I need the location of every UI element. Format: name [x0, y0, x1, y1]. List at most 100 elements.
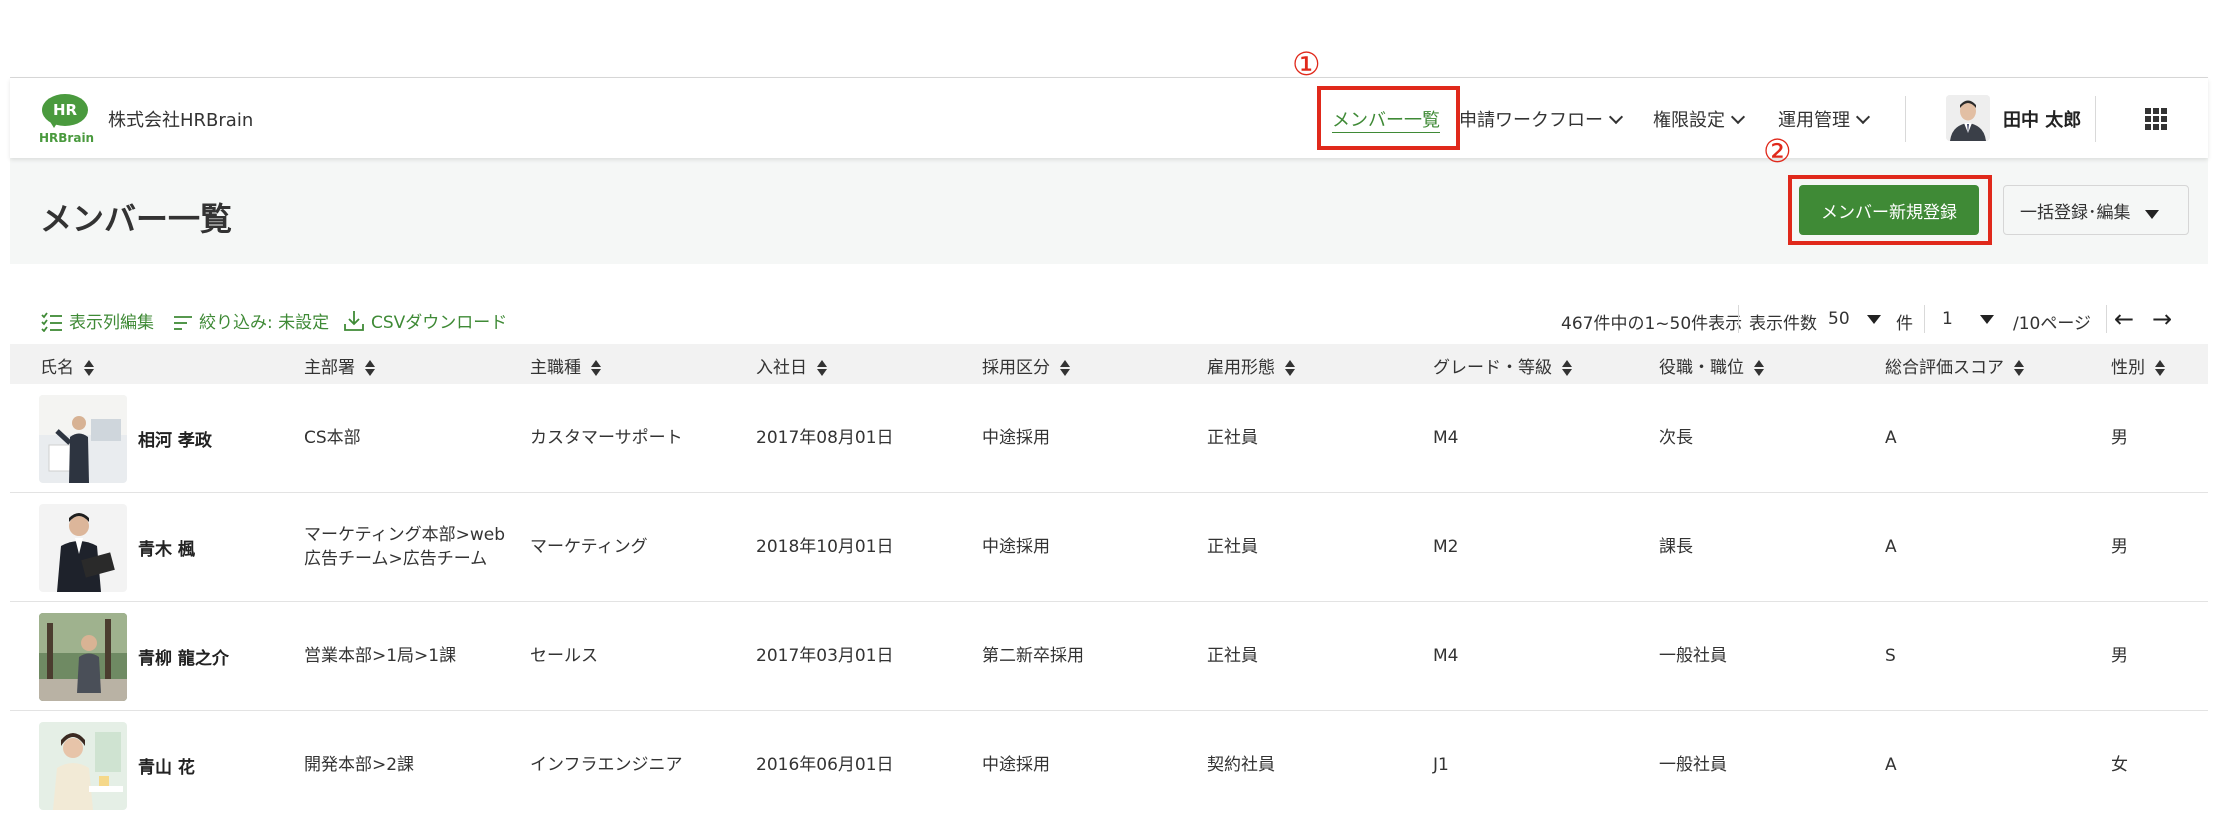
sort-icon[interactable]	[1562, 360, 1572, 376]
cell-grade: M2	[1433, 537, 1459, 557]
cell-hire-type: 中途採用	[982, 537, 1050, 557]
per-page-value: 50	[1828, 309, 1850, 329]
cell-grade: J1	[1433, 755, 1449, 775]
sort-icon[interactable]	[1060, 360, 1070, 376]
member-photo	[39, 504, 127, 592]
column-edit-button[interactable]: 表示列編集	[41, 308, 154, 333]
caret-down-icon	[2144, 209, 2159, 219]
csv-download-label: CSVダウンロード	[371, 313, 508, 333]
grid-apps-icon[interactable]	[2145, 108, 2167, 130]
cell-joined: 2018年10月01日	[756, 537, 894, 557]
column-header-label: 入社日	[756, 358, 807, 378]
nav-operations[interactable]: 運用管理	[1778, 106, 1871, 132]
member-name[interactable]: 青山 花	[138, 753, 195, 778]
sort-icon[interactable]	[2155, 360, 2165, 376]
column-header-name[interactable]: 氏名	[40, 353, 94, 378]
user-avatar[interactable]	[1946, 95, 1990, 141]
cell-dept-line: 営業本部>1局>1課	[304, 646, 457, 666]
nav-permissions[interactable]: 権限設定	[1653, 106, 1746, 132]
member-name[interactable]: 相河 孝政	[138, 426, 212, 451]
cell-employment: 正社員	[1207, 428, 1258, 448]
company-name: 株式会社HRBrain	[108, 110, 254, 131]
column-header-gender[interactable]: 性別	[2111, 353, 2165, 378]
logo-tail	[49, 120, 59, 128]
cell-joined: 2017年08月01日	[756, 428, 894, 448]
column-header-dept[interactable]: 主部署	[304, 353, 375, 378]
table-row[interactable]: 青柳 龍之介 営業本部>1局>1課 セールス 2017年03月01日 第二新卒採…	[10, 602, 2208, 711]
caret-down-icon	[1867, 315, 1882, 324]
sort-icon[interactable]	[591, 360, 601, 376]
user-divider	[2095, 96, 2096, 142]
column-header-label: 役職・職位	[1659, 358, 1744, 378]
nav-permissions-label: 権限設定	[1653, 110, 1725, 131]
cell-position: 一般社員	[1659, 646, 1727, 666]
cell-score: S	[1885, 646, 1896, 666]
cell-employment: 契約社員	[1207, 755, 1275, 775]
cell-joined: 2017年03月01日	[756, 646, 894, 666]
cell-position: 課長	[1659, 537, 1693, 557]
cell-grade: M4	[1433, 646, 1459, 666]
cell-hire-type: 中途採用	[982, 755, 1050, 775]
cell-job: カスタマーサポート	[530, 428, 683, 448]
filter-icon	[174, 316, 192, 330]
cell-dept-line: 開発本部>2課	[304, 755, 415, 775]
cell-score: A	[1885, 755, 1897, 775]
logo-word: HRBrain	[39, 131, 95, 145]
cell-gender: 男	[2111, 646, 2128, 666]
sort-icon[interactable]	[817, 360, 827, 376]
column-header-employment[interactable]: 雇用形態	[1207, 353, 1295, 378]
column-header-label: 性別	[2111, 358, 2145, 378]
app-header: HR HRBrain 株式会社HRBrain メンバー一覧 申請ワークフロー 権…	[10, 78, 2208, 158]
hrbrain-logo[interactable]: HR HRBrain	[39, 94, 95, 146]
column-header-grade[interactable]: グレード・等級	[1433, 353, 1572, 378]
filter-button[interactable]: 絞り込み: 未設定	[173, 308, 329, 333]
column-header-hire-type[interactable]: 採用区分	[982, 353, 1070, 378]
column-header-label: 主職種	[530, 358, 581, 378]
column-header-job[interactable]: 主職種	[530, 353, 601, 378]
page-value: 1	[1942, 309, 1953, 329]
cell-position: 次長	[1659, 428, 1693, 448]
arrow-left-icon[interactable]: ←	[2114, 305, 2134, 333]
sort-icon[interactable]	[1285, 360, 1295, 376]
user-name[interactable]: 田中 太郎	[2003, 106, 2081, 132]
cell-grade: M4	[1433, 428, 1459, 448]
csv-download-button[interactable]: CSVダウンロード	[343, 308, 507, 333]
column-header-label: 雇用形態	[1207, 358, 1275, 378]
table-row[interactable]: 青山 花 開発本部>2課 インフラエンジニア 2016年06月01日 中途採用 …	[10, 711, 2208, 818]
column-header-joined[interactable]: 入社日	[756, 353, 827, 378]
cell-dept-line: マーケティング本部>web	[304, 525, 506, 545]
column-edit-label: 表示列編集	[69, 313, 154, 333]
column-header-score[interactable]: 総合評価スコア	[1885, 353, 2024, 378]
sort-icon[interactable]	[84, 360, 94, 376]
bulk-edit-button[interactable]: 一括登録･編集	[2003, 185, 2189, 235]
member-name[interactable]: 青木 楓	[138, 535, 195, 560]
page-select[interactable]: 1	[1942, 309, 1995, 329]
table-row[interactable]: 青木 楓 マーケティング本部>web 広告チーム>広告チーム マーケティング 2…	[10, 493, 2208, 602]
cell-employment: 正社員	[1207, 537, 1258, 557]
caret-down-icon	[1980, 315, 1995, 324]
sort-icon[interactable]	[1754, 360, 1764, 376]
page-title: メンバー一覧	[40, 200, 233, 238]
new-member-button[interactable]: メンバー新規登録	[1799, 185, 1979, 235]
chevron-down-icon	[1855, 109, 1871, 125]
per-page-select[interactable]: 50	[1828, 309, 1882, 329]
cell-job: セールス	[530, 646, 598, 666]
member-name[interactable]: 青柳 龍之介	[138, 644, 229, 669]
sort-icon[interactable]	[2014, 360, 2024, 376]
list-toolbar: 表示列編集 絞り込み: 未設定 CSVダウンロード 467件中の1~50件表示 …	[0, 300, 2218, 340]
member-photo	[39, 722, 127, 810]
sort-icon[interactable]	[365, 360, 375, 376]
column-header-label: 主部署	[304, 358, 355, 378]
column-header-label: 氏名	[40, 358, 74, 378]
table-row[interactable]: 相河 孝政 CS本部 カスタマーサポート 2017年08月01日 中途採用 正社…	[10, 384, 2208, 493]
pager-divider	[2106, 305, 2107, 333]
nav-operations-label: 運用管理	[1778, 110, 1850, 131]
cell-gender: 男	[2111, 428, 2128, 448]
column-header-position[interactable]: 役職・職位	[1659, 353, 1764, 378]
cell-job: インフラエンジニア	[530, 755, 683, 775]
arrow-right-icon[interactable]: →	[2152, 305, 2172, 333]
nav-workflow[interactable]: 申請ワークフロー	[1459, 106, 1624, 132]
column-header-label: グレード・等級	[1433, 358, 1552, 378]
cell-joined: 2016年06月01日	[756, 755, 894, 775]
checklist-icon	[41, 312, 62, 333]
